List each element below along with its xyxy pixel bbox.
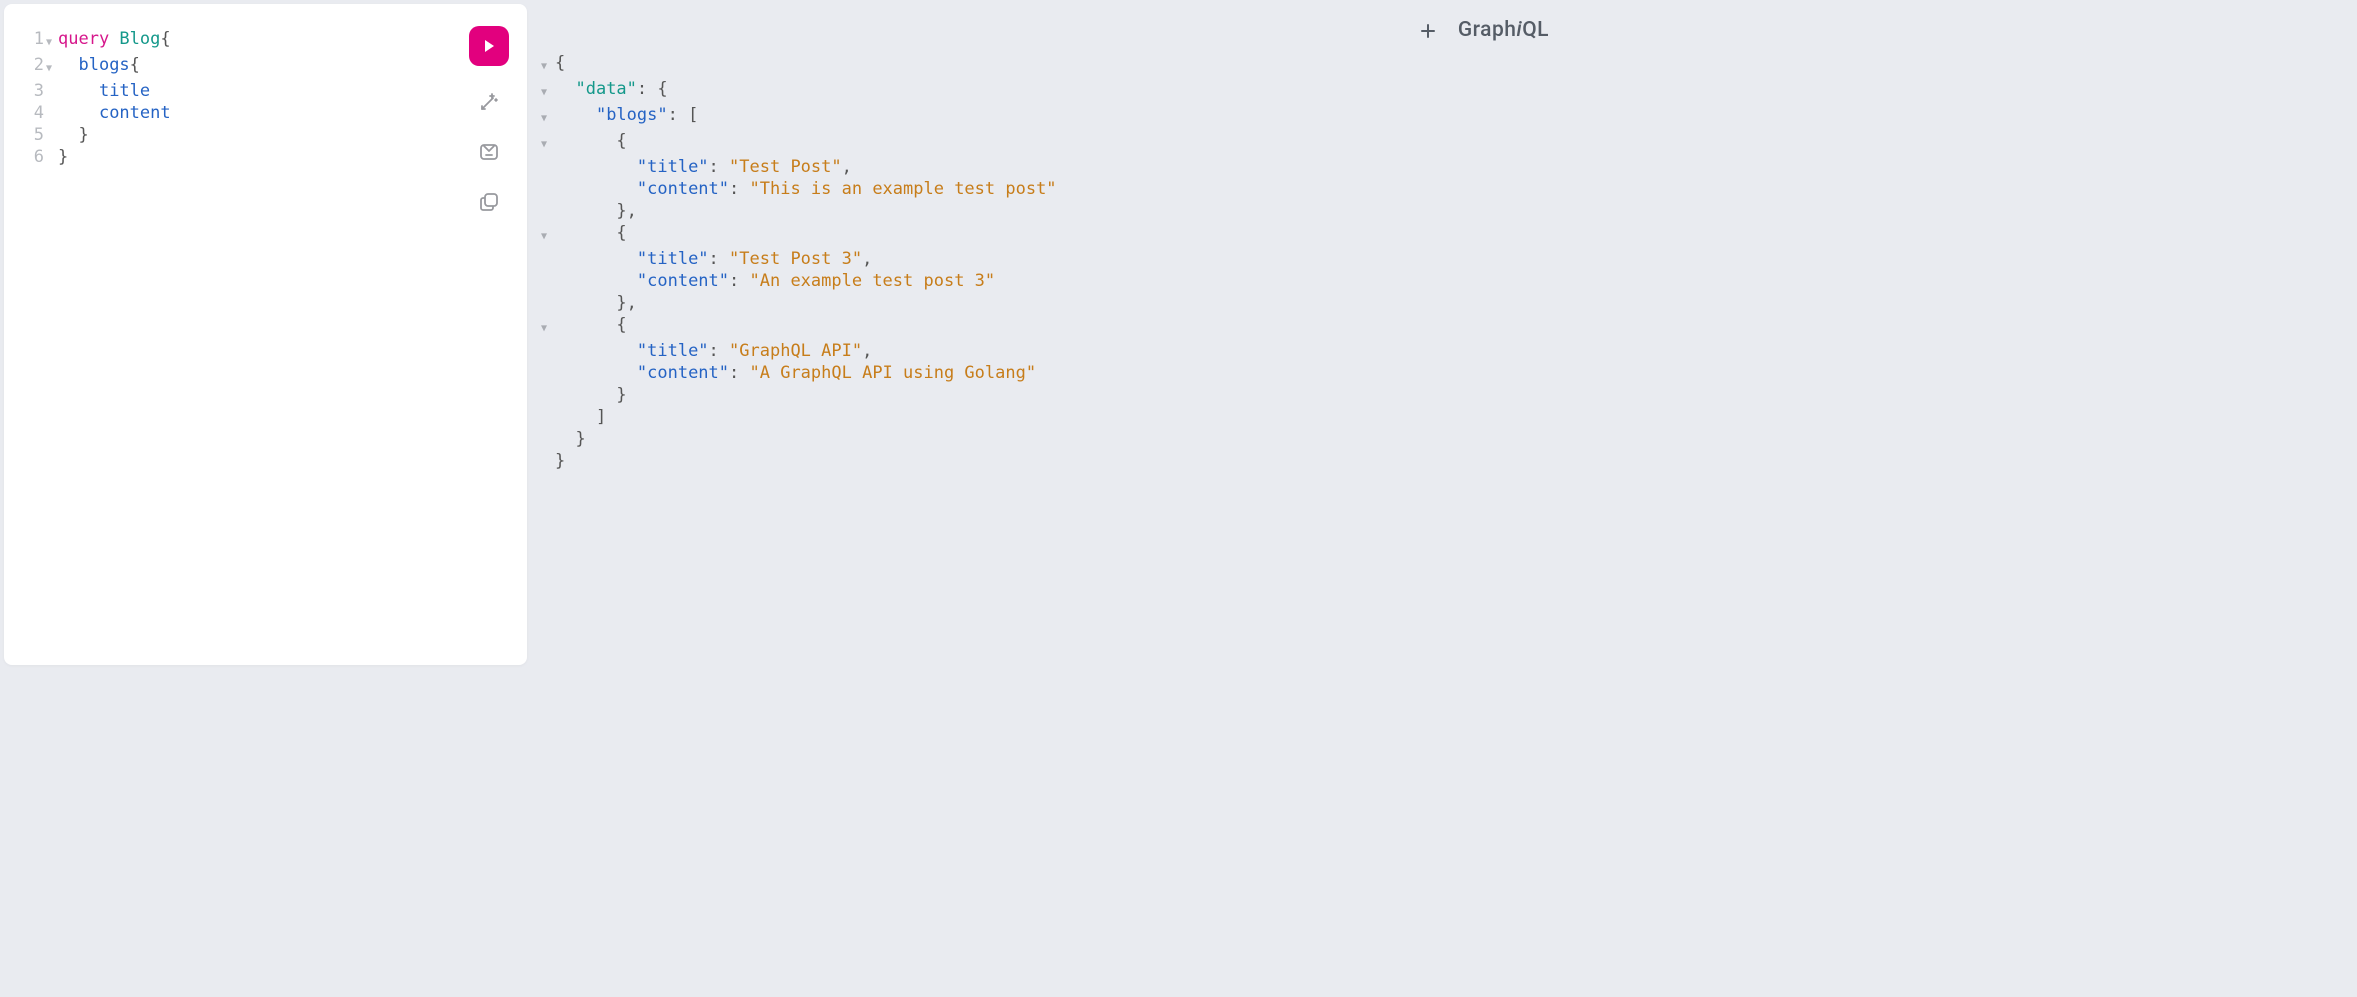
fold-caret-icon — [541, 270, 555, 274]
prettify-icon — [477, 90, 501, 114]
code-line[interactable]: 1▼query Blog{ — [26, 28, 511, 54]
json-line: "title": "Test Post", — [541, 156, 1551, 178]
json-line: } — [541, 450, 1551, 472]
json-content: "title": "Test Post 3", — [555, 248, 872, 270]
copy-icon — [477, 190, 501, 214]
line-number: 2 — [26, 54, 44, 76]
fold-caret-icon[interactable]: ▼ — [541, 314, 555, 340]
logo-text-pre: Graph — [1458, 18, 1517, 42]
json-line: ▼ { — [541, 130, 1551, 156]
merge-icon — [477, 140, 501, 164]
prettify-button[interactable] — [475, 88, 503, 116]
json-line: } — [541, 428, 1551, 450]
fold-caret-icon — [541, 156, 555, 160]
add-tab-button[interactable] — [1415, 18, 1441, 44]
fold-caret-icon — [541, 406, 555, 410]
fold-caret-icon — [541, 384, 555, 388]
json-line: ▼ { — [541, 222, 1551, 248]
json-line: }, — [541, 200, 1551, 222]
logo-text-post: QL — [1522, 18, 1549, 42]
json-line: ] — [541, 406, 1551, 428]
fold-caret-icon[interactable]: ▼ — [541, 52, 555, 78]
editor-actions — [469, 26, 509, 216]
code-line[interactable]: 4 content — [26, 102, 511, 124]
json-content: ] — [555, 406, 606, 428]
json-content: "data": { — [555, 78, 668, 100]
fold-caret-icon — [541, 428, 555, 432]
line-number: 4 — [26, 102, 44, 124]
json-content: "blogs": [ — [555, 104, 698, 126]
copy-button[interactable] — [475, 188, 503, 216]
json-line: "content": "This is an example test post… — [541, 178, 1551, 200]
code-content: blogs{ — [58, 54, 140, 76]
fold-caret-icon[interactable]: ▼ — [541, 222, 555, 248]
fold-caret-icon[interactable]: ▼ — [541, 104, 555, 130]
merge-button[interactable] — [475, 138, 503, 166]
graphql-query-editor[interactable]: 1▼query Blog{2▼ blogs{3 title4 content5 … — [26, 28, 511, 168]
code-content: title — [58, 80, 150, 102]
code-line[interactable]: 5 } — [26, 124, 511, 146]
run-query-button[interactable] — [469, 26, 509, 66]
json-line: "title": "Test Post 3", — [541, 248, 1551, 270]
code-content: } — [58, 146, 68, 168]
fold-caret-icon[interactable]: ▼ — [44, 54, 58, 80]
fold-caret-icon — [541, 178, 555, 182]
fold-caret-icon[interactable]: ▼ — [44, 28, 58, 54]
json-content: "title": "Test Post", — [555, 156, 852, 178]
json-content: { — [555, 52, 565, 74]
json-line: "title": "GraphQL API", — [541, 340, 1551, 362]
json-line: ▼ "blogs": [ — [541, 104, 1551, 130]
code-line[interactable]: 3 title — [26, 80, 511, 102]
line-number: 1 — [26, 28, 44, 50]
code-content: } — [58, 124, 89, 146]
code-content: content — [58, 102, 171, 124]
json-content: "content": "A GraphQL API using Golang" — [555, 362, 1036, 384]
response-panel: GraphiQL ▼{▼ "data": {▼ "blogs": [▼ { "t… — [527, 0, 1571, 665]
fold-caret-icon — [541, 340, 555, 344]
json-content: }, — [555, 200, 637, 222]
play-icon — [481, 38, 497, 54]
json-content: }, — [555, 292, 637, 314]
query-editor-panel: 1▼query Blog{2▼ blogs{3 title4 content5 … — [4, 4, 527, 665]
json-line: ▼ "data": { — [541, 78, 1551, 104]
json-line: ▼{ — [541, 52, 1551, 78]
fold-caret-icon — [541, 362, 555, 366]
json-content: } — [555, 428, 586, 450]
graphiql-logo: GraphiQL — [1458, 18, 1549, 42]
json-content: } — [555, 450, 565, 472]
json-content: } — [555, 384, 627, 406]
line-number: 5 — [26, 124, 44, 146]
json-line: } — [541, 384, 1551, 406]
json-line: "content": "An example test post 3" — [541, 270, 1551, 292]
json-line: }, — [541, 292, 1551, 314]
json-content: "title": "GraphQL API", — [555, 340, 872, 362]
json-content: { — [555, 130, 627, 152]
json-line: "content": "A GraphQL API using Golang" — [541, 362, 1551, 384]
plus-icon — [1419, 22, 1437, 40]
fold-caret-icon — [44, 124, 58, 128]
fold-caret-icon[interactable]: ▼ — [541, 78, 555, 104]
json-content: { — [555, 222, 627, 244]
fold-caret-icon — [44, 102, 58, 106]
fold-caret-icon — [541, 450, 555, 454]
fold-caret-icon[interactable]: ▼ — [541, 130, 555, 156]
line-number: 3 — [26, 80, 44, 102]
json-content: "content": "This is an example test post… — [555, 178, 1057, 200]
code-content: query Blog{ — [58, 28, 171, 50]
fold-caret-icon — [541, 248, 555, 252]
code-line[interactable]: 6} — [26, 146, 511, 168]
fold-caret-icon — [541, 200, 555, 204]
json-content: "content": "An example test post 3" — [555, 270, 995, 292]
json-content: { — [555, 314, 627, 336]
fold-caret-icon — [541, 292, 555, 296]
code-line[interactable]: 2▼ blogs{ — [26, 54, 511, 80]
fold-caret-icon — [44, 146, 58, 150]
response-json-viewer[interactable]: ▼{▼ "data": {▼ "blogs": [▼ { "title": "T… — [541, 52, 1551, 472]
line-number: 6 — [26, 146, 44, 168]
json-line: ▼ { — [541, 314, 1551, 340]
fold-caret-icon — [44, 80, 58, 84]
